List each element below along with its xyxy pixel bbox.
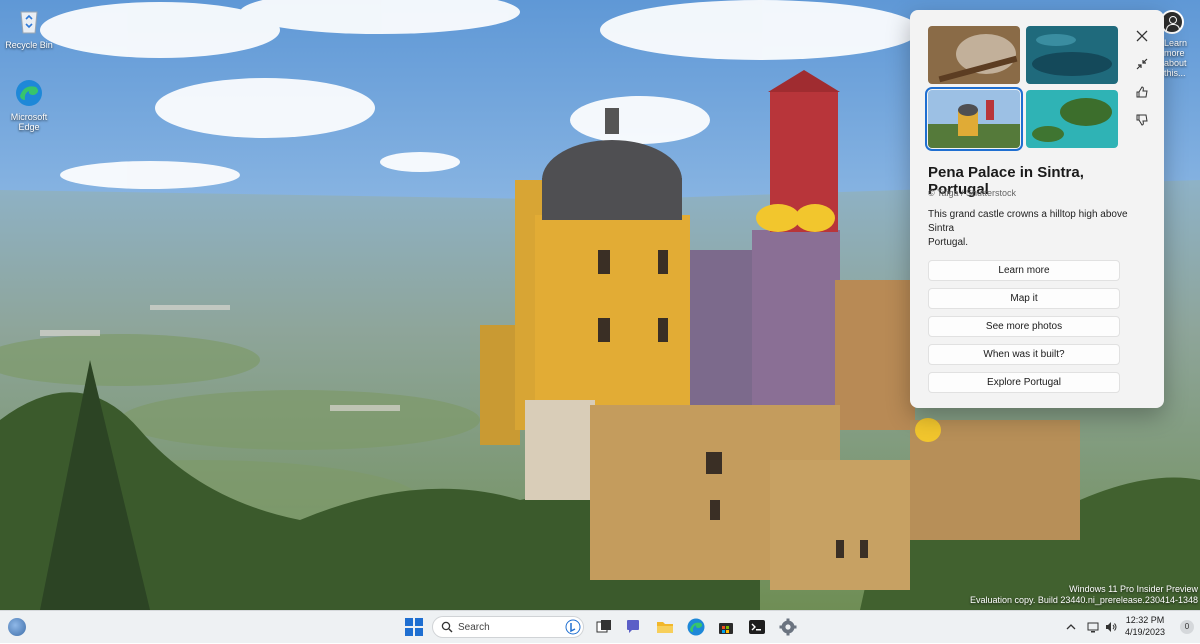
like-button[interactable] — [1132, 82, 1152, 102]
clock-time: 12:32 PM — [1125, 615, 1165, 625]
spotlight-flyout: Pena Palace in Sintra, Portugal © Taiga … — [910, 10, 1164, 408]
volume-icon[interactable] — [1104, 620, 1118, 634]
start-icon[interactable] — [404, 617, 424, 637]
bing-icon — [565, 619, 581, 635]
widgets-button[interactable] — [8, 618, 26, 636]
recycle-bin-label: Recycle Bin — [5, 40, 53, 50]
thumbnail-tropical-islands[interactable] — [1026, 90, 1118, 148]
taskbar: Search 12:32 PM 4/19/2023 0 — [0, 610, 1200, 643]
edge-icon[interactable] — [686, 617, 706, 637]
see-more-photos-button[interactable]: See more photos — [928, 316, 1120, 337]
minimize-icon — [1136, 58, 1148, 70]
taskbar-clock[interactable]: 12:32 PM 4/19/2023 — [1118, 614, 1172, 638]
minimize-button[interactable] — [1132, 54, 1152, 74]
dislike-button[interactable] — [1132, 110, 1152, 130]
file-explorer-icon[interactable] — [655, 617, 675, 637]
taskbar-search-box[interactable]: Search — [432, 616, 584, 638]
edge-shortcut[interactable]: Microsoft Edge — [0, 78, 58, 132]
close-button[interactable] — [1132, 26, 1152, 46]
teams-icon[interactable] — [624, 617, 644, 637]
explore-portugal-button[interactable]: Explore Portugal — [928, 372, 1120, 393]
learn-more-about-picture[interactable]: Learn more about this... — [1164, 38, 1200, 78]
recycle-bin-shortcut[interactable]: Recycle Bin — [0, 6, 58, 50]
map-it-button[interactable]: Map it — [928, 288, 1120, 309]
when-was-it-built-button[interactable]: When was it built? — [928, 344, 1120, 365]
search-icon — [441, 621, 453, 633]
spotlight-credit: © Taiga / Shutterstock — [928, 188, 1017, 198]
thumbnail-ocean[interactable] — [1026, 26, 1118, 84]
clock-date: 4/19/2023 — [1124, 627, 1166, 637]
edge-icon — [16, 80, 42, 106]
dislike-icon — [1136, 114, 1148, 126]
recycle-bin-icon — [20, 11, 38, 34]
chevron-up-icon[interactable] — [1064, 620, 1078, 634]
notification-badge[interactable]: 0 — [1180, 620, 1194, 634]
spotlight-description: This grand castle crowns a hilltop high … — [928, 209, 1128, 248]
like-icon — [1136, 86, 1148, 98]
build-watermark: Windows 11 Pro Insider Preview Evaluatio… — [970, 584, 1198, 606]
settings-icon[interactable] — [778, 617, 798, 637]
watermark-edition: Windows 11 Pro Insider Preview — [1069, 584, 1198, 594]
watermark-build: Evaluation copy. Build 23440.ni_prerelea… — [969, 595, 1198, 605]
network-icon[interactable] — [1086, 620, 1100, 634]
learn-more-button[interactable]: Learn more — [928, 260, 1120, 281]
task-view-icon[interactable] — [594, 617, 614, 637]
terminal-icon[interactable] — [747, 617, 767, 637]
store-icon[interactable] — [716, 617, 736, 637]
search-placeholder: Search — [458, 622, 490, 633]
thumbnail-pena-palace[interactable] — [925, 87, 1023, 151]
close-icon — [1136, 30, 1148, 42]
edge-label: Microsoft Edge — [10, 112, 48, 132]
thumbnail-anteater[interactable] — [928, 26, 1020, 84]
